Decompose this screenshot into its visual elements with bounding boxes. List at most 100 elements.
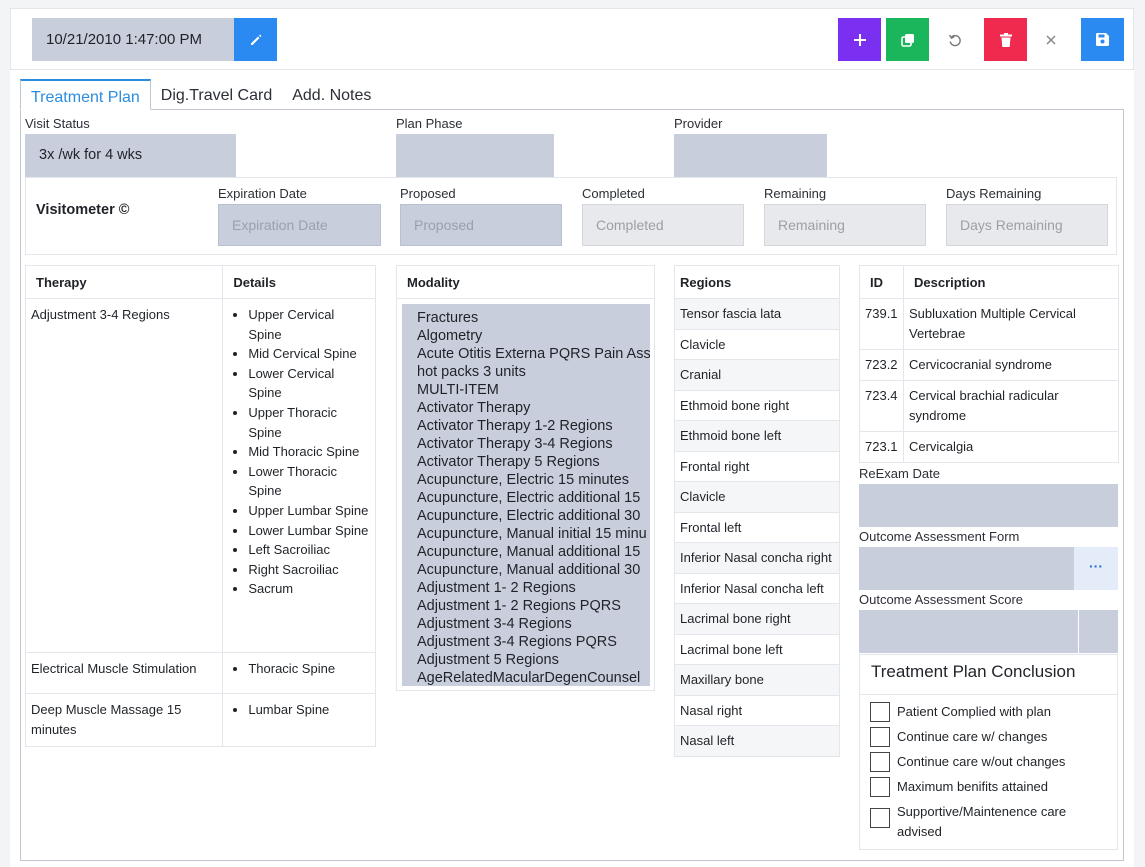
diagnosis-description: Cervicocranial syndrome <box>902 349 1120 381</box>
table-row[interactable]: Inferior Nasal concha right <box>674 543 840 574</box>
list-item: Left Sacroiliac <box>248 540 370 560</box>
list-item[interactable]: Acupuncture, Electric additional 30 <box>417 507 650 525</box>
list-item[interactable]: Activator Therapy 3-4 Regions <box>417 435 650 453</box>
checkbox-row[interactable]: Supportive/Maintenence care advised <box>870 802 1107 841</box>
outcome-form-select[interactable] <box>859 547 1074 590</box>
list-item[interactable]: Adjustment 1- 2 Regions <box>417 579 650 597</box>
list-item[interactable]: Activator Therapy 5 Regions <box>417 453 650 471</box>
list-item[interactable]: Acupuncture, Electric additional 15 <box>417 489 650 507</box>
checkbox-row[interactable]: Maximum benifits attained <box>870 777 1107 797</box>
checkbox[interactable] <box>870 727 890 747</box>
delete-button[interactable] <box>984 18 1027 61</box>
reexam-date-input[interactable] <box>859 484 1118 527</box>
list-item[interactable]: Adjustment 5 Regions <box>417 651 650 669</box>
diagnosis-description: Cervical brachial radicular syndrome <box>902 380 1120 432</box>
list-item[interactable]: Acupuncture, Electric 15 minutes <box>417 471 650 489</box>
table-row[interactable]: 739.1 Subluxation Multiple Cervical Vert… <box>859 298 1120 350</box>
list-item[interactable]: Adjustment 1- 2 Regions PQRS <box>417 597 650 615</box>
therapy-cell: Deep Muscle Massage 15 minutes <box>24 693 224 747</box>
list-item[interactable]: Acupuncture, Manual additional 15 <box>417 543 650 561</box>
tab-bar: Treatment Plan Dig.Travel Card Add. Note… <box>20 79 381 110</box>
copy-button[interactable] <box>886 18 929 61</box>
expiration-date-input[interactable]: Expiration Date <box>218 204 381 246</box>
list-item[interactable]: Algometry <box>417 327 650 345</box>
table-row[interactable]: Frontal left <box>674 512 840 543</box>
table-row[interactable]: Nasal right <box>674 695 840 726</box>
completed-input[interactable]: Completed <box>582 204 744 246</box>
conclusion-options: Patient Complied with plan Continue care… <box>860 695 1117 841</box>
save-icon <box>1096 33 1109 46</box>
tab-add-notes[interactable]: Add. Notes <box>282 79 381 110</box>
table-row[interactable]: Cranial <box>674 360 840 391</box>
checkbox-row[interactable]: Patient Complied with plan <box>870 702 1107 722</box>
checkbox[interactable] <box>870 777 890 797</box>
table-row[interactable]: Ethmoid bone left <box>674 421 840 452</box>
table-row[interactable]: Tensor fascia lata <box>674 299 840 330</box>
list-item[interactable]: Adjustment 3-4 Regions <box>417 615 650 633</box>
list-item[interactable]: Acute Otitis Externa PQRS Pain Ass <box>417 345 650 363</box>
outcome-score-button[interactable] <box>1079 610 1118 653</box>
checkbox[interactable] <box>870 808 890 828</box>
checkbox-row[interactable]: Continue care w/ changes <box>870 727 1107 747</box>
list-item: Mid Thoracic Spine <box>248 442 370 462</box>
table-row[interactable]: Maxillary bone <box>674 665 840 696</box>
tab-dig-travel-card[interactable]: Dig.Travel Card <box>151 79 282 110</box>
plan-phase-label: Plan Phase <box>396 116 463 131</box>
list-item[interactable]: Activator Therapy <box>417 399 650 417</box>
list-item[interactable]: Fractures <box>417 309 650 327</box>
checkbox-row[interactable]: Continue care w/out changes <box>870 752 1107 772</box>
table-row[interactable]: Frontal right <box>674 451 840 482</box>
checkbox[interactable] <box>870 702 890 722</box>
therapy-cell: Adjustment 3-4 Regions <box>24 298 224 653</box>
remaining-input[interactable]: Remaining <box>764 204 926 246</box>
table-row[interactable]: 723.1 Cervicalgia <box>859 431 1120 463</box>
add-button[interactable] <box>838 18 881 61</box>
table-row[interactable]: Adjustment 3-4 Regions Upper Cervical Sp… <box>24 298 376 653</box>
list-item[interactable]: MULTI-ITEM <box>417 381 650 399</box>
plan-phase-select[interactable] <box>396 134 554 177</box>
checkbox-label: Patient Complied with plan <box>897 704 1051 719</box>
list-item[interactable]: AgeRelatedMacularDegenCounsel <box>417 669 650 686</box>
table-row[interactable]: Nasal left <box>674 726 840 757</box>
edit-datetime-button[interactable] <box>234 18 277 61</box>
visit-status-select[interactable]: 3x /wk for 4 wks <box>25 134 236 177</box>
table-row[interactable]: 723.2 Cervicocranial syndrome <box>859 349 1120 381</box>
outcome-score-input[interactable] <box>859 610 1078 653</box>
visitometer-section: Visitometer © Expiration Date Expiration… <box>25 177 1117 255</box>
table-row[interactable]: 723.4 Cervical brachial radicular syndro… <box>859 380 1120 432</box>
list-item[interactable]: Adjustment 3-4 Regions PQRS <box>417 633 650 651</box>
table-row[interactable]: Inferior Nasal concha left <box>674 573 840 604</box>
right-column: ID Description 739.1 Subluxation Multipl… <box>859 265 1120 850</box>
proposed-input[interactable]: Proposed <box>400 204 562 246</box>
tab-treatment-plan[interactable]: Treatment Plan <box>20 79 151 110</box>
table-row[interactable]: Ethmoid bone right <box>674 390 840 421</box>
proposed-label: Proposed <box>400 186 456 201</box>
provider-select[interactable] <box>674 134 827 177</box>
table-row[interactable]: Electrical Muscle Stimulation Thoracic S… <box>24 652 376 694</box>
list-item[interactable]: Acupuncture, Manual additional 30 <box>417 561 650 579</box>
list-item[interactable]: Activator Therapy 1-2 Regions <box>417 417 650 435</box>
days-remaining-input[interactable]: Days Remaining <box>946 204 1108 246</box>
table-row[interactable]: Clavicle <box>674 482 840 513</box>
list-item[interactable]: hot packs 3 units <box>417 363 650 381</box>
diagnosis-description: Cervicalgia <box>902 431 1120 463</box>
modality-listbox[interactable]: Fractures Algometry Acute Otitis Externa… <box>402 304 650 686</box>
checkbox[interactable] <box>870 752 890 772</box>
description-header: Description <box>902 265 1120 299</box>
days-remaining-label: Days Remaining <box>946 186 1042 201</box>
toolbar: 10/21/2010 1:47:00 PM <box>10 8 1134 70</box>
table-row[interactable]: Clavicle <box>674 329 840 360</box>
list-item[interactable]: Acupuncture, Manual initial 15 minu <box>417 525 650 543</box>
visit-datetime-field[interactable]: 10/21/2010 1:47:00 PM <box>32 18 234 61</box>
undo-icon <box>948 34 961 46</box>
id-header: ID <box>859 265 904 299</box>
close-button[interactable] <box>1029 18 1072 61</box>
outcome-form-browse-button[interactable]: ··· <box>1074 547 1118 590</box>
undo-button[interactable] <box>933 18 976 61</box>
table-row[interactable]: Lacrimal bone left <box>674 634 840 665</box>
list-item: Mid Cervical Spine <box>248 344 370 364</box>
list-item: Lower Lumbar Spine <box>248 521 370 541</box>
save-button[interactable] <box>1081 18 1124 61</box>
table-row[interactable]: Deep Muscle Massage 15 minutes Lumbar Sp… <box>24 693 376 747</box>
table-row[interactable]: Lacrimal bone right <box>674 604 840 635</box>
